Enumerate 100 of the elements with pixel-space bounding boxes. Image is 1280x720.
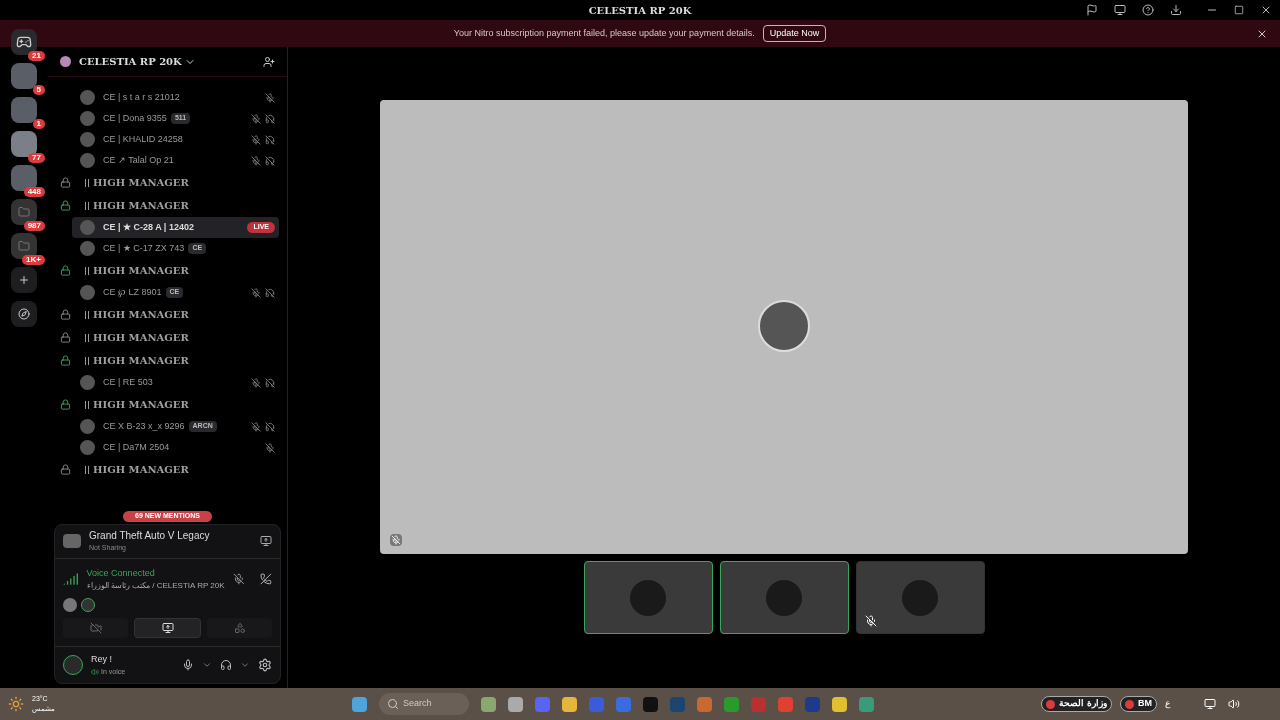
search-field[interactable]: Search	[379, 693, 469, 715]
avatar	[80, 440, 95, 455]
avatar	[81, 598, 95, 612]
headphones-icon[interactable]	[220, 659, 232, 671]
member-row[interactable]: CE | Da7M 2504	[72, 437, 279, 458]
badge: 1	[32, 119, 45, 129]
avatar	[902, 579, 938, 616]
user-name: Rey !	[91, 653, 113, 666]
member-name: CE X B-23 x_x 9296	[103, 419, 185, 433]
start-button[interactable]	[352, 696, 367, 712]
participant-tile[interactable]	[583, 561, 713, 634]
share-screen-icon[interactable]	[260, 535, 272, 547]
grip-icon	[85, 356, 89, 365]
volume-icon[interactable]	[1228, 698, 1240, 710]
badge: 21	[28, 51, 45, 61]
server-folder[interactable]	[11, 199, 37, 225]
discover-button[interactable]	[11, 301, 37, 327]
avatar	[630, 579, 666, 616]
app-icon[interactable]	[859, 696, 874, 712]
pill-label: وزارة الصحة	[1059, 697, 1107, 711]
badge: 987	[23, 221, 45, 231]
controller-icon	[16, 34, 32, 50]
search-icon	[387, 698, 399, 710]
settings-icon[interactable]	[258, 658, 272, 672]
server-name[interactable]: CELESTIA RP 20K	[79, 54, 182, 69]
member-row[interactable]: CE | KHALID 24258	[72, 129, 279, 150]
avatar	[80, 375, 95, 390]
grip-icon	[85, 333, 89, 342]
channel-name[interactable]: HIGH MANAGER	[93, 330, 189, 345]
member-name: CE | RE 503	[103, 375, 153, 389]
plus-icon	[18, 274, 30, 286]
avatar	[63, 598, 77, 612]
disconnect-icon[interactable]	[260, 573, 272, 586]
channel-name[interactable]: HIGH MANAGER	[93, 263, 189, 278]
participant-tile[interactable]	[855, 561, 985, 634]
app-icon[interactable]	[508, 696, 523, 712]
stream-tile[interactable]	[380, 100, 1188, 554]
home-button[interactable]	[11, 29, 37, 55]
input-language[interactable]: ع	[1165, 697, 1170, 711]
invite-icon[interactable]	[263, 55, 275, 68]
channel-name[interactable]: HIGH MANAGER	[93, 397, 189, 412]
connection-icon	[63, 571, 79, 588]
member-name: CE | ★ C-17 ZX 743	[103, 241, 185, 255]
user-avatar[interactable]	[63, 655, 83, 675]
chevron-icon[interactable]	[202, 660, 212, 670]
grip-icon	[85, 310, 89, 319]
folder-icon	[18, 240, 30, 252]
channel-name[interactable]: HIGH MANAGER	[93, 307, 189, 322]
server-icon[interactable]	[11, 131, 37, 157]
member-name: CE ↗ Talal Op 21	[103, 153, 174, 167]
badge: 1K+	[22, 255, 45, 265]
member-row[interactable]: CE ↗ Talal Op 21	[72, 150, 279, 171]
update-now-button[interactable]: Update Now	[762, 24, 827, 43]
server-folder[interactable]	[11, 233, 37, 259]
grip-icon	[85, 465, 89, 474]
avatar	[80, 132, 95, 147]
display-icon[interactable]	[1204, 698, 1216, 710]
shapes-icon	[233, 622, 246, 634]
muted-icon	[864, 615, 877, 627]
help-icon[interactable]	[1142, 4, 1154, 16]
member-row[interactable]: CE | RE 503	[72, 372, 279, 393]
avatar	[766, 579, 802, 616]
app-icon[interactable]	[562, 696, 577, 712]
app-icon[interactable]	[481, 696, 496, 712]
monitor-icon[interactable]	[1114, 4, 1126, 16]
server-icon[interactable]	[11, 165, 37, 191]
download-icon[interactable]	[1170, 4, 1182, 16]
flag-icon[interactable]	[1086, 4, 1098, 16]
chevron-icon[interactable]	[240, 660, 250, 670]
badge: 77	[28, 153, 45, 163]
member-row[interactable]: CE | s t a r s 21012	[72, 87, 279, 108]
avatar	[80, 220, 95, 235]
grip-icon	[85, 178, 89, 187]
game-logo	[63, 534, 81, 548]
channel-name[interactable]: HIGH MANAGER	[93, 353, 189, 368]
channel-name[interactable]: HIGH MANAGER	[93, 198, 189, 213]
speaker-icon	[91, 667, 99, 676]
member-name: CE ℘ LZ 8901	[103, 285, 162, 300]
participant-tile[interactable]	[719, 561, 849, 634]
recording-pill[interactable]: وزارة الصحة	[1041, 696, 1112, 712]
close-icon[interactable]	[1260, 4, 1272, 16]
avatar	[80, 285, 95, 300]
channel-name[interactable]: HIGH MANAGER	[93, 462, 189, 477]
add-server-button[interactable]	[11, 267, 37, 293]
maximize-icon[interactable]	[1234, 5, 1244, 15]
mic-icon[interactable]	[182, 659, 194, 671]
app-icon[interactable]	[832, 696, 847, 712]
game-title: Grand Theft Auto V Legacy	[89, 529, 211, 544]
member-name: CE | Dona 9355	[103, 111, 167, 125]
window-title: CELESTIA RP 20K	[588, 3, 692, 18]
share-screen-button[interactable]	[134, 618, 201, 638]
channel-name[interactable]: HIGH MANAGER	[93, 175, 189, 190]
server-icon[interactable]	[11, 97, 37, 123]
server-icon[interactable]	[11, 63, 37, 89]
voice-channel[interactable]: مكتب رئاسة الوزراء / CELESTIA RP 20K	[86, 580, 225, 592]
server-logo	[60, 56, 71, 67]
folder-icon	[18, 206, 30, 218]
app-icon[interactable]	[643, 696, 658, 712]
share-screen-icon	[161, 622, 174, 634]
recording-pill[interactable]: BM	[1120, 696, 1157, 712]
